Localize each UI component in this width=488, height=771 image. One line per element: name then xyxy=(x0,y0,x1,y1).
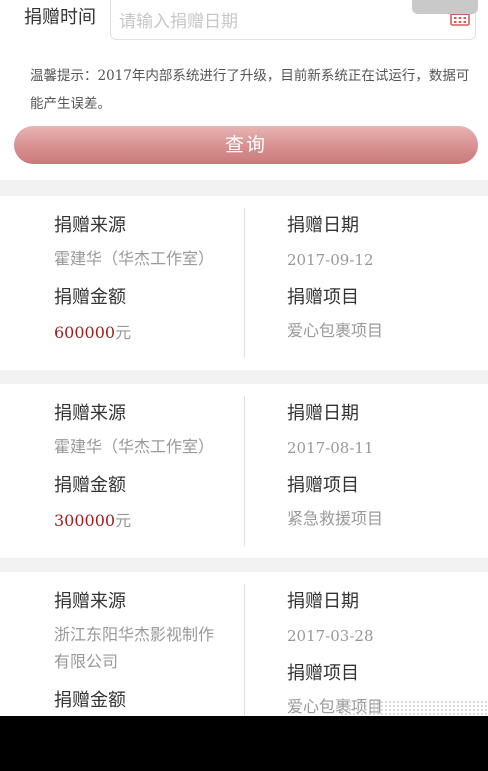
bottom-blackout xyxy=(0,716,488,771)
amount-label: 捐赠金额 xyxy=(54,475,126,496)
donation-record-card: 捐赠来源 霍建华（华杰工作室） 捐赠金额 300000元 捐赠日期 2017-0… xyxy=(0,384,488,558)
amount-value: 300000元 xyxy=(54,510,131,532)
amount-value: 600000元 xyxy=(54,322,131,344)
card-divider xyxy=(244,584,245,716)
amount-label: 捐赠金额 xyxy=(54,690,126,711)
donation-record-card: 捐赠来源 霍建华（华杰工作室） 捐赠金额 600000元 捐赠日期 2017-0… xyxy=(0,196,488,370)
amount-number: 300000 xyxy=(54,511,116,530)
dither-artifact xyxy=(340,700,488,716)
project-value: 爱心包裹项目 xyxy=(287,321,384,340)
source-label: 捐赠来源 xyxy=(54,215,126,236)
overlay-badge xyxy=(412,0,478,14)
donation-date-label: 捐赠时间 xyxy=(24,7,96,28)
date-value: 2017-03-28 xyxy=(287,627,374,645)
query-button[interactable]: 查询 xyxy=(14,126,478,164)
date-value: 2017-09-12 xyxy=(287,251,374,269)
search-bar: 捐赠时间 请输入捐赠日期 xyxy=(0,0,488,46)
source-value: 霍建华（华杰工作室） xyxy=(54,437,215,456)
source-label: 捐赠来源 xyxy=(54,403,126,424)
project-value: 紧急救援项目 xyxy=(287,509,384,528)
source-value-line2: 有限公司 xyxy=(54,652,119,671)
project-label: 捐赠项目 xyxy=(287,287,359,308)
amount-unit: 元 xyxy=(115,511,132,530)
system-upgrade-tip: 温馨提示：2017年内部系统进行了升级，目前新系统正在试运行，数据可能产生误差。 xyxy=(30,68,470,112)
amount-unit: 元 xyxy=(115,323,132,342)
date-label: 捐赠日期 xyxy=(287,403,359,424)
date-label: 捐赠日期 xyxy=(287,591,359,612)
amount-number: 600000 xyxy=(54,323,116,342)
project-label: 捐赠项目 xyxy=(287,663,359,684)
date-label: 捐赠日期 xyxy=(287,215,359,236)
amount-label: 捐赠金额 xyxy=(54,287,126,308)
source-value-line1: 浙江东阳华杰影视制作 xyxy=(54,625,215,644)
donation-record-card: 捐赠来源 浙江东阳华杰影视制作 有限公司 捐赠金额 捐赠日期 2017-03-2… xyxy=(0,572,488,716)
tip-section: 温馨提示：2017年内部系统进行了升级，目前新系统正在试运行，数据可能产生误差。… xyxy=(0,46,488,180)
date-input-placeholder: 请输入捐赠日期 xyxy=(119,12,238,32)
source-label: 捐赠来源 xyxy=(54,591,126,612)
date-value: 2017-08-11 xyxy=(287,439,374,457)
card-divider xyxy=(244,208,245,358)
project-label: 捐赠项目 xyxy=(287,475,359,496)
source-value: 霍建华（华杰工作室） xyxy=(54,249,215,268)
card-divider xyxy=(244,396,245,546)
